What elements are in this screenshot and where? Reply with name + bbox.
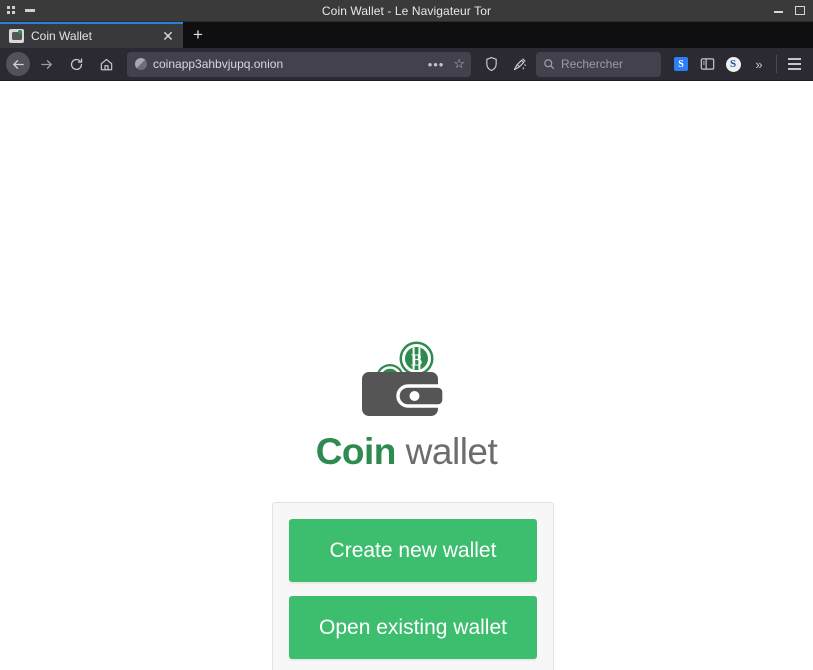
brand-wordmark: Coin wallet <box>316 433 498 470</box>
logo-area: B Coin wallet <box>0 336 813 470</box>
broom-icon <box>513 57 526 70</box>
extension-s-badge-icon: S <box>674 57 688 71</box>
svg-text:B: B <box>410 351 421 370</box>
wallet-favicon-icon <box>9 29 24 43</box>
minimize-button[interactable] <box>774 11 783 13</box>
bookmark-star-icon[interactable]: ☆ <box>453 56 467 72</box>
open-existing-wallet-button[interactable]: Open existing wallet <box>289 596 537 659</box>
search-bar[interactable]: Rechercher <box>536 51 661 77</box>
hamburger-icon <box>787 58 801 70</box>
security-shield-button[interactable] <box>478 51 504 77</box>
app-menu-button[interactable] <box>782 51 806 77</box>
window-controls <box>774 6 813 15</box>
window-title: Coin Wallet - Le Navigateur Tor <box>321 3 492 18</box>
sidebar-toggle-button[interactable] <box>695 51 719 77</box>
search-placeholder: Rechercher <box>561 57 624 71</box>
shield-icon <box>485 56 497 72</box>
browser-window: Coin Wallet - Le Navigateur Tor Coin Wal… <box>0 0 813 670</box>
dash-icon[interactable] <box>25 9 35 12</box>
back-button[interactable] <box>6 52 30 76</box>
tab-title: Coin Wallet <box>31 29 92 43</box>
window-titlebar-left-icons <box>0 6 35 15</box>
tab-coin-wallet[interactable]: Coin Wallet ✕ <box>0 22 183 48</box>
maximize-button[interactable] <box>795 6 805 15</box>
grid-dots-icon[interactable] <box>7 6 16 15</box>
window-titlebar: Coin Wallet - Le Navigateur Tor <box>0 0 813 22</box>
home-icon <box>100 58 112 70</box>
toolbar-divider <box>776 55 777 73</box>
new-identity-button[interactable] <box>506 51 532 77</box>
forward-arrow-icon <box>40 59 52 69</box>
chevron-double-right-icon: » <box>755 56 763 72</box>
extension-s-badge-button[interactable]: S <box>669 51 693 77</box>
brand-primary-text: Coin <box>315 431 397 472</box>
home-button[interactable] <box>92 51 120 77</box>
reload-icon <box>70 57 82 70</box>
create-new-wallet-button[interactable]: Create new wallet <box>289 519 537 582</box>
url-bar[interactable]: coinapp3ahbvjupq.onion ••• ☆ <box>127 51 471 77</box>
onion-icon <box>135 58 147 70</box>
forward-button[interactable] <box>32 51 60 77</box>
extension-circle-s-button[interactable]: S <box>721 51 745 77</box>
new-tab-button[interactable]: + <box>183 22 213 48</box>
tab-strip: Coin Wallet ✕ + <box>0 22 813 48</box>
brand-secondary-text: wallet <box>395 431 498 472</box>
close-icon[interactable]: ✕ <box>161 29 175 43</box>
back-arrow-icon <box>12 59 24 69</box>
extension-circle-s-icon: S <box>725 56 741 72</box>
wallet-actions-panel: Create new wallet Open existing wallet <box>272 502 554 670</box>
extensions-group: S S » <box>669 51 806 77</box>
sidebar-icon <box>700 58 714 70</box>
search-icon <box>544 59 555 70</box>
page-content: B Coin wallet Create new wallet Open exi… <box>0 81 813 670</box>
coin-wallet-logo-icon: B <box>361 341 446 416</box>
reload-button[interactable] <box>62 51 90 77</box>
overflow-button[interactable]: » <box>747 51 771 77</box>
page-actions-icon[interactable]: ••• <box>425 57 448 72</box>
navigation-toolbar: coinapp3ahbvjupq.onion ••• ☆ Rechercher … <box>0 48 813 81</box>
url-text: coinapp3ahbvjupq.onion <box>153 57 284 71</box>
